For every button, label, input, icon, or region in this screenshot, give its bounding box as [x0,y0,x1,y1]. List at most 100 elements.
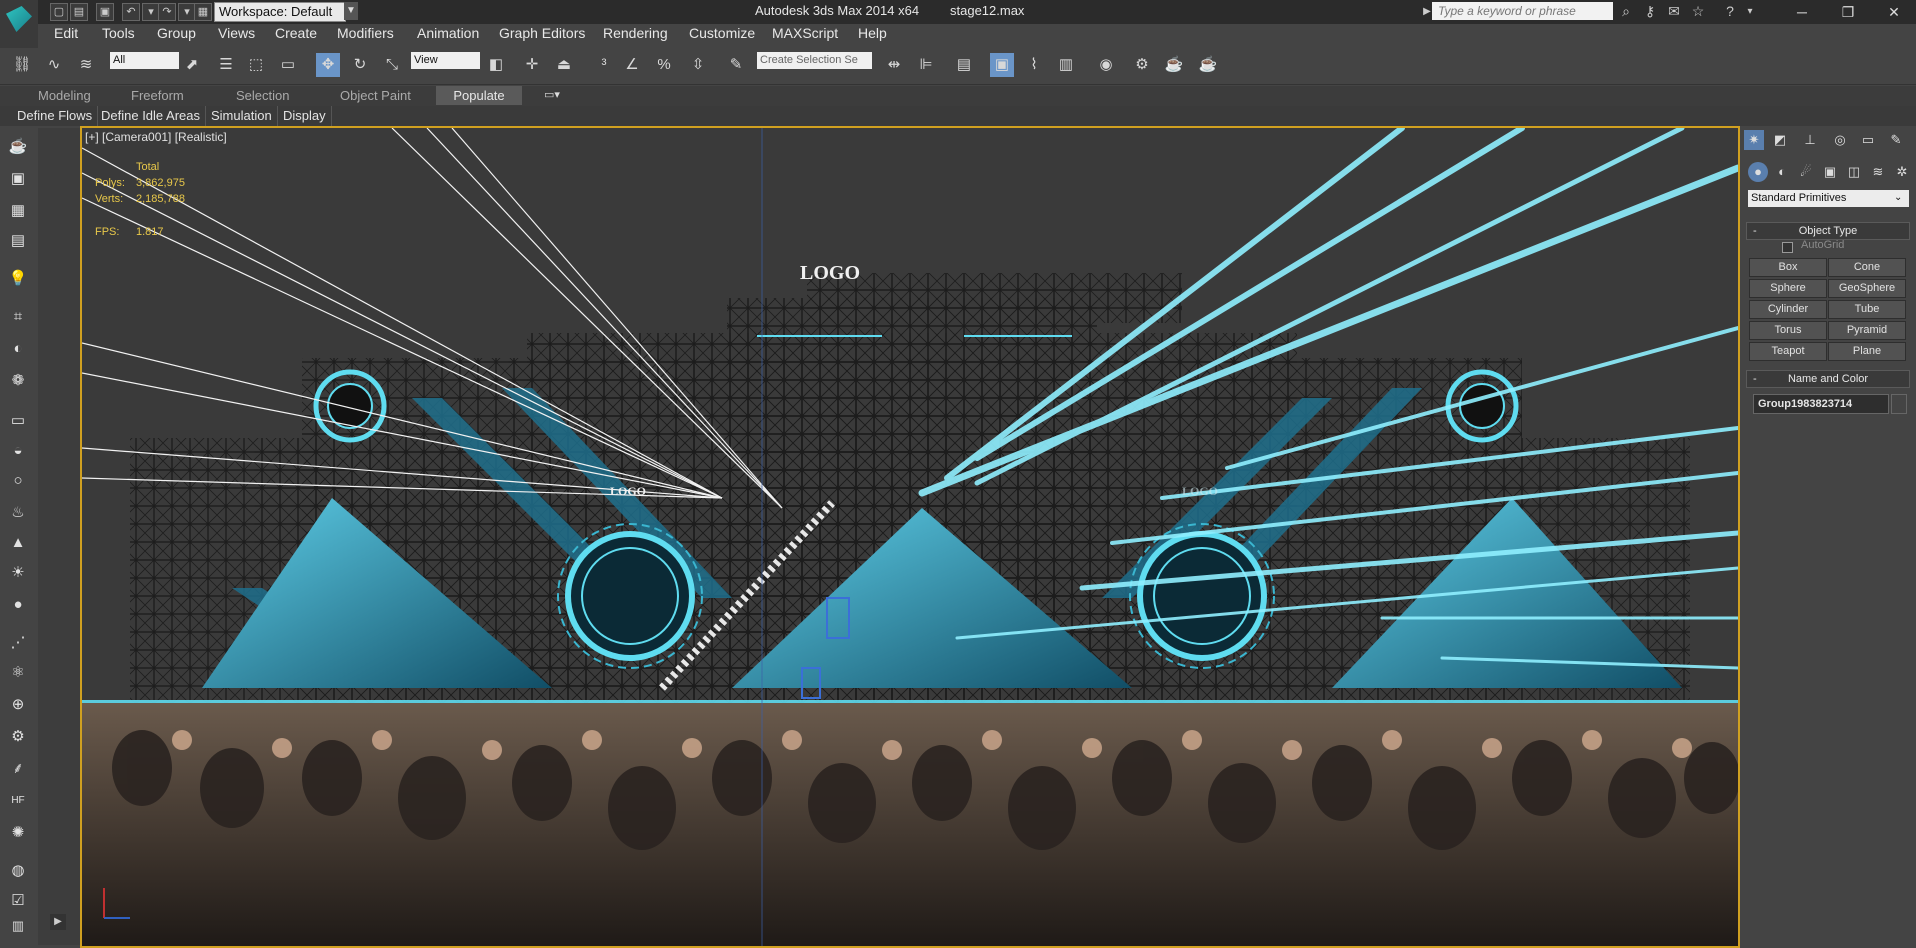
redo-icon[interactable]: ↷ [158,3,176,21]
hf-icon[interactable]: HF [6,790,30,812]
menu-graph-editors[interactable]: Graph Editors [499,25,585,41]
expand-arrow-icon[interactable]: ▶ [50,914,66,930]
binoculars-icon[interactable]: ⌕ [1617,3,1635,20]
subscription-key-icon[interactable]: ⚷ [1641,3,1659,20]
plane-object-icon[interactable]: ▭ [6,410,30,432]
object-type-rollout[interactable]: - Object Type [1746,222,1910,240]
sphere-render-icon[interactable]: ◍ [6,860,30,882]
grass-icon[interactable]: ⸙ [6,758,30,780]
menu-group[interactable]: Group [157,25,196,41]
display-tab-icon[interactable]: ▭ [1858,130,1878,150]
geometry-icon[interactable]: ● [1748,162,1768,182]
checklist-icon[interactable]: ☑ [6,890,30,912]
curve-editor-icon[interactable]: ⌇ [1022,53,1046,77]
named-selection-dropdown[interactable]: Create Selection Se [757,52,872,69]
cylinder-button[interactable]: Cylinder [1749,300,1827,319]
edit-named-selection-icon[interactable]: ✎ [724,53,748,77]
sun-light-icon[interactable]: ☀ [6,562,30,584]
select-object-icon[interactable]: ⬈ [180,53,204,77]
cone-button[interactable]: Cone [1828,258,1906,277]
spinner-snap-icon[interactable]: ⇳ [686,53,710,77]
box-button[interactable]: Box [1749,258,1827,277]
molecule-icon[interactable]: ⚛ [6,662,30,684]
systems-icon[interactable]: ✲ [1892,162,1912,182]
primitive-type-dropdown[interactable]: Standard Primitives [1748,190,1909,207]
ruler-icon[interactable]: ▥ [6,918,30,938]
select-and-scale-icon[interactable]: ⤡ [380,53,404,77]
mirror-icon[interactable]: ⇹ [882,53,906,77]
search-input[interactable]: Type a keyword or phrase [1432,2,1613,20]
menu-help[interactable]: Help [858,25,887,41]
tab-populate[interactable]: Populate [436,86,522,105]
cone-object-icon[interactable]: ▲ [6,532,30,554]
project-folder-icon[interactable]: ▦ [194,3,212,21]
menu-create[interactable]: Create [275,25,317,41]
camera-viewport[interactable]: LOGO LOGO LOGO [80,126,1740,948]
material-editor-icon[interactable]: ◉ [1094,53,1118,77]
select-by-name-icon[interactable]: ☰ [214,53,238,77]
graphite-ribbon-icon[interactable]: ▣ [990,53,1014,77]
selection-filter-dropdown[interactable]: All [110,52,179,69]
open-file-icon[interactable]: ▤ [70,3,88,21]
schematic-view-icon[interactable]: ▥ [1054,53,1078,77]
help-dropdown-icon[interactable]: ▾ [1741,3,1759,20]
sphere-button[interactable]: Sphere [1749,279,1827,298]
spreadsheet-icon[interactable]: ▤ [6,230,30,252]
image-viewer-icon[interactable]: ▣ [6,168,30,190]
object-name-field[interactable]: Group1983823714 [1753,394,1889,414]
render-icon[interactable]: ❁ [6,370,30,392]
lights-icon[interactable]: ☄ [1796,162,1816,182]
tube-button[interactable]: Tube [1828,300,1906,319]
menu-animation[interactable]: Animation [417,25,479,41]
tab-object-paint[interactable]: Object Paint [340,88,411,103]
workspace-dropdown[interactable]: Workspace: Default [214,2,346,22]
align-icon[interactable]: ⊫ [914,53,938,77]
help-icon[interactable]: ? [1721,3,1739,20]
menu-customize[interactable]: Customize [689,25,755,41]
teapot-icon[interactable]: ☕ [6,136,30,158]
tab-freeform[interactable]: Freeform [131,88,184,103]
rectangular-selection-icon[interactable]: ⬚ [244,53,268,77]
hemisphere-icon[interactable]: ◒ [6,440,30,462]
ribbon-options-icon[interactable]: ▭▾ [544,88,560,101]
teapot-button[interactable]: Teapot [1749,342,1827,361]
restore-button[interactable]: ❐ [1826,0,1870,24]
unlink-icon[interactable]: ∿ [42,53,66,77]
pivot-center-icon[interactable]: ◧ [484,53,508,77]
percent-snap-icon[interactable]: % [652,53,676,77]
torus-button[interactable]: Torus [1749,321,1827,340]
save-file-icon[interactable]: ▣ [96,3,114,21]
sphere-object-icon[interactable]: ○ [6,470,30,492]
hair-icon[interactable]: ✺ [6,822,30,844]
helper-grid-icon[interactable]: ⌗ [6,306,30,328]
menu-modifiers[interactable]: Modifiers [337,25,394,41]
define-idle-areas-button[interactable]: Define Idle Areas [96,106,207,126]
simulation-button[interactable]: Simulation [206,106,278,126]
undo-icon[interactable]: ↶ [122,3,140,21]
helpers-icon[interactable]: ◫ [1844,162,1864,182]
window-crossing-icon[interactable]: ▭ [276,53,300,77]
close-button[interactable]: ✕ [1872,0,1916,24]
define-flows-button[interactable]: Define Flows [12,106,99,126]
snaps-toggle-icon[interactable]: ³ [592,53,616,77]
autogrid-checkbox[interactable] [1782,242,1793,253]
cameras-icon[interactable]: ▣ [1820,162,1840,182]
minimize-button[interactable]: ─ [1780,0,1824,24]
calculator-icon[interactable]: ▦ [6,200,30,222]
tab-selection[interactable]: Selection [236,88,289,103]
hierarchy-tab-icon[interactable]: ⊥ [1800,130,1820,150]
name-and-color-rollout[interactable]: - Name and Color [1746,370,1910,388]
select-manipulate-icon[interactable]: ✛ [520,53,544,77]
space-warps-icon[interactable]: ≋ [1868,162,1888,182]
new-file-icon[interactable]: ▢ [50,3,68,21]
menu-views[interactable]: Views [218,25,255,41]
bind-spacewarp-icon[interactable]: ≋ [74,53,98,77]
pyramid-button[interactable]: Pyramid [1828,321,1906,340]
motion-tab-icon[interactable]: ◎ [1830,130,1850,150]
rendered-frame-window-icon[interactable]: ☕ [1162,53,1186,77]
plane-button[interactable]: Plane [1828,342,1906,361]
particle-system-icon[interactable]: ⋰ [6,632,30,654]
menu-maxscript[interactable]: MAXScript [772,25,838,41]
menu-rendering[interactable]: Rendering [603,25,668,41]
object-color-swatch[interactable] [1891,394,1907,414]
